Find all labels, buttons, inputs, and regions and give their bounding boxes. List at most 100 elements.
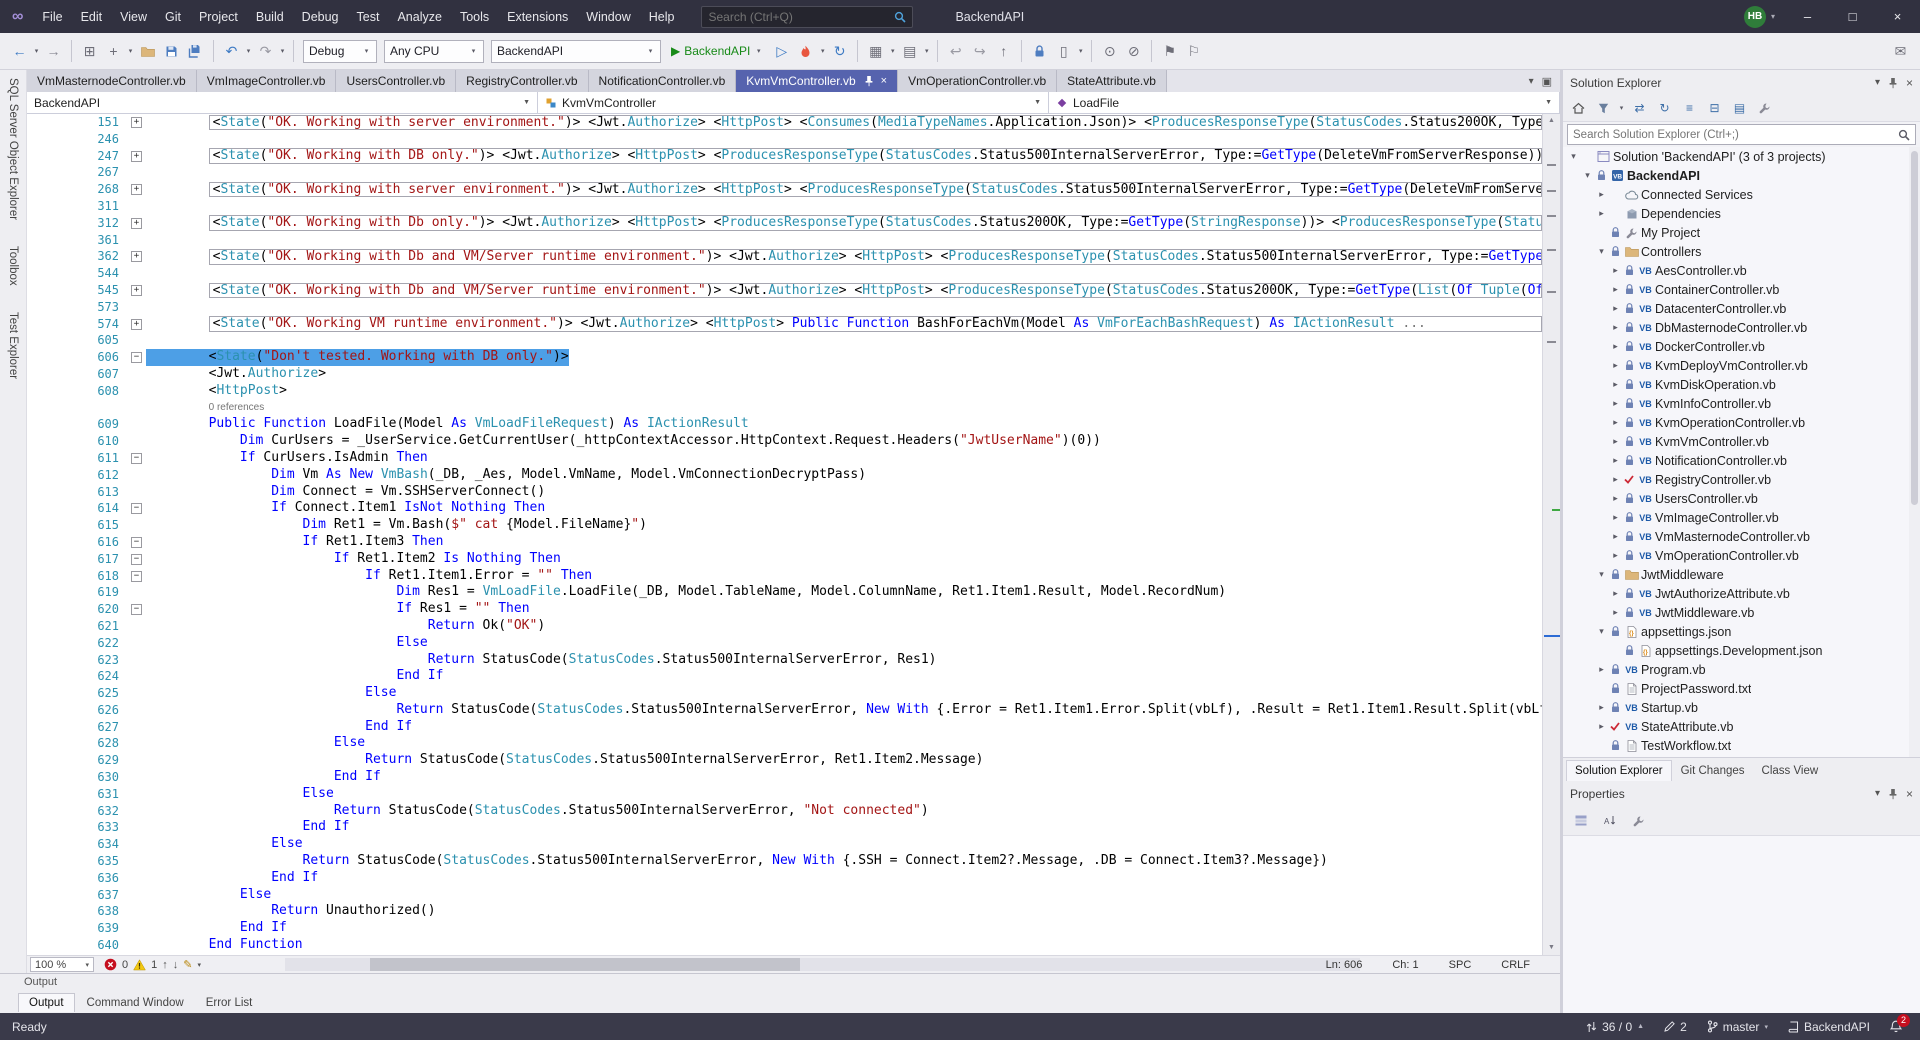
- code-line-311[interactable]: 311: [27, 198, 1542, 215]
- fold-collapse-icon[interactable]: −: [131, 503, 142, 515]
- status-eol[interactable]: CRLF: [1501, 959, 1530, 971]
- expander-icon[interactable]: ▸: [1595, 664, 1608, 675]
- debug-config-select[interactable]: Debug ▾: [303, 39, 377, 63]
- fold-expand-icon[interactable]: +: [131, 217, 142, 229]
- tree-item-5[interactable]: ▾ Controllers: [1563, 242, 1920, 261]
- code-line-615[interactable]: 615 Dim Ret1 = Vm.Bash($" cat {Model.File…: [27, 517, 1542, 534]
- git-sync-status[interactable]: 36 / 0 ▲: [1586, 1020, 1644, 1034]
- menu-tools[interactable]: Tools: [451, 0, 498, 33]
- tree-item-17[interactable]: ▸ VB RegistryController.vb: [1563, 470, 1920, 489]
- code-line-636[interactable]: 636 End If: [27, 870, 1542, 887]
- expander-icon[interactable]: ▸: [1609, 341, 1622, 352]
- prev-issue-icon[interactable]: ↑: [162, 959, 168, 971]
- tree-item-15[interactable]: ▸ VB KvmVmController.vb: [1563, 432, 1920, 451]
- code-line-623[interactable]: 623 Return StatusCode(StatusCodes.Status5…: [27, 652, 1542, 669]
- start-without-debugging-icon[interactable]: ▷: [770, 39, 793, 63]
- menu-project[interactable]: Project: [190, 0, 247, 33]
- tree-item-6[interactable]: ▸ VB AesController.vb: [1563, 261, 1920, 280]
- solution-search-input[interactable]: [1573, 128, 1894, 141]
- dropdown-caret-icon[interactable]: ▾: [888, 47, 897, 55]
- tree-item-8[interactable]: ▸ VB DatacenterController.vb: [1563, 299, 1920, 318]
- expander-icon[interactable]: ▾: [1581, 170, 1594, 181]
- minimize-button[interactable]: –: [1785, 0, 1830, 33]
- breadcrumb-2[interactable]: LoadFile ▼: [1049, 92, 1560, 113]
- collapsed-region[interactable]: <State("OK. Working with server environm…: [208, 114, 1542, 131]
- code-line-573[interactable]: 573: [27, 299, 1542, 316]
- fold-expand-icon[interactable]: +: [131, 150, 142, 162]
- forward-icon[interactable]: →: [42, 39, 65, 63]
- bookmark-list-icon[interactable]: ⚐: [1182, 39, 1205, 63]
- tree-item-4[interactable]: My Project: [1563, 223, 1920, 242]
- code-line-631[interactable]: 631 Else: [27, 786, 1542, 803]
- pin-icon[interactable]: [1888, 788, 1898, 800]
- expander-icon[interactable]: ▸: [1609, 322, 1622, 333]
- code-line-361[interactable]: 361: [27, 232, 1542, 249]
- collapsed-region[interactable]: <State("OK. Working with Db only.")> <Jw…: [208, 215, 1542, 231]
- tree-item-21[interactable]: ▸ VB VmOperationController.vb: [1563, 546, 1920, 565]
- expander-icon[interactable]: ▸: [1609, 398, 1622, 409]
- fold-collapse-icon[interactable]: −: [131, 452, 142, 464]
- save-icon[interactable]: [160, 39, 183, 63]
- uncomment-icon[interactable]: ⊘: [1122, 39, 1145, 63]
- comment-icon[interactable]: ⊙: [1098, 39, 1121, 63]
- expander-icon[interactable]: ▸: [1609, 512, 1622, 523]
- open-folder-icon[interactable]: [136, 39, 159, 63]
- tree-item-30[interactable]: ▸ VB StateAttribute.vb: [1563, 717, 1920, 736]
- expander-icon[interactable]: ▸: [1595, 189, 1608, 200]
- zoom-control[interactable]: 100 % ▾: [30, 957, 94, 972]
- fold-collapse-icon[interactable]: −: [131, 553, 142, 565]
- show-all-files-icon[interactable]: ▤: [1728, 98, 1751, 119]
- code-line[interactable]: 0 references: [27, 400, 1542, 417]
- pin-icon[interactable]: [864, 75, 874, 87]
- breadcrumb-0[interactable]: BackendAPI ▼: [27, 92, 538, 113]
- git-branch[interactable]: master ▾: [1707, 1020, 1768, 1034]
- tree-item-0[interactable]: ▾ Solution 'BackendAPI' (3 of 3 projects): [1563, 147, 1920, 166]
- pending-edits[interactable]: 2: [1664, 1020, 1687, 1034]
- next-issue-icon[interactable]: ↓: [173, 959, 179, 971]
- solution-search[interactable]: [1567, 124, 1916, 145]
- tree-scrollbar[interactable]: [1909, 147, 1920, 757]
- code-line-635[interactable]: 635 Return StatusCode(StatusCodes.Status5…: [27, 853, 1542, 870]
- code-line-633[interactable]: 633 End If: [27, 819, 1542, 836]
- code-line-610[interactable]: 610 Dim CurUsers = _UserService.GetCurren…: [27, 433, 1542, 450]
- restart-icon[interactable]: ↻: [828, 39, 851, 63]
- code-line-544[interactable]: 544: [27, 265, 1542, 282]
- expander-icon[interactable]: ▾: [1595, 569, 1608, 580]
- code-line-634[interactable]: 634 Else: [27, 836, 1542, 853]
- add-item-icon[interactable]: +: [102, 39, 125, 63]
- code-line-609[interactable]: 609 Public Function LoadFile(Model As VmL…: [27, 416, 1542, 433]
- fold-expand-icon[interactable]: +: [131, 117, 142, 128]
- selection-mode-icon[interactable]: ▯: [1052, 39, 1075, 63]
- tree-item-10[interactable]: ▸ VB DockerController.vb: [1563, 337, 1920, 356]
- codelens-references[interactable]: 0 references: [209, 402, 265, 413]
- code-line-639[interactable]: 639 End If: [27, 920, 1542, 937]
- collapsed-region[interactable]: <State("OK. Working with server environm…: [208, 181, 1542, 198]
- code-line-624[interactable]: 624 End If: [27, 668, 1542, 685]
- code-line-632[interactable]: 632 Return StatusCode(StatusCodes.Status5…: [27, 803, 1542, 820]
- code-cleanup-icon[interactable]: ✎: [183, 958, 192, 971]
- search-icon[interactable]: [1898, 129, 1910, 141]
- code-line-607[interactable]: 607 <Jwt.Authorize>: [27, 366, 1542, 383]
- menu-view[interactable]: View: [111, 0, 156, 33]
- expander-icon[interactable]: ▾: [1567, 151, 1580, 162]
- dropdown-caret-icon[interactable]: ▾: [922, 47, 931, 55]
- code-line-612[interactable]: 612 Dim Vm As New VmBash(_DB, _Aes, Model…: [27, 467, 1542, 484]
- maximize-button[interactable]: □: [1830, 0, 1875, 33]
- side-tab-toolbox[interactable]: Toolbox: [7, 246, 19, 286]
- expander-icon[interactable]: ▸: [1609, 303, 1622, 314]
- tree-item-18[interactable]: ▸ VB UsersController.vb: [1563, 489, 1920, 508]
- expander-icon[interactable]: ▸: [1609, 531, 1622, 542]
- code-line-608[interactable]: 608 <HttpPost>: [27, 383, 1542, 400]
- tree-item-20[interactable]: ▸ VB VmMasternodeController.vb: [1563, 527, 1920, 546]
- menu-help[interactable]: Help: [640, 0, 684, 33]
- code-line-362[interactable]: 362 + <State("OK. Working with Db and VM/S…: [27, 248, 1542, 265]
- menu-extensions[interactable]: Extensions: [498, 0, 577, 33]
- solution-explorer-title-bar[interactable]: Solution Explorer ▾ ×: [1563, 70, 1920, 95]
- search-icon[interactable]: [894, 11, 907, 23]
- code-line-151[interactable]: 151 + <State("OK. Working with server envi…: [27, 114, 1542, 131]
- doc-tab-6[interactable]: VmOperationController.vb: [898, 70, 1058, 92]
- properties-close-icon[interactable]: ×: [1906, 787, 1913, 801]
- tree-item-2[interactable]: ▸ Connected Services: [1563, 185, 1920, 204]
- fold-collapse-icon[interactable]: −: [131, 536, 142, 548]
- menu-git[interactable]: Git: [156, 0, 190, 33]
